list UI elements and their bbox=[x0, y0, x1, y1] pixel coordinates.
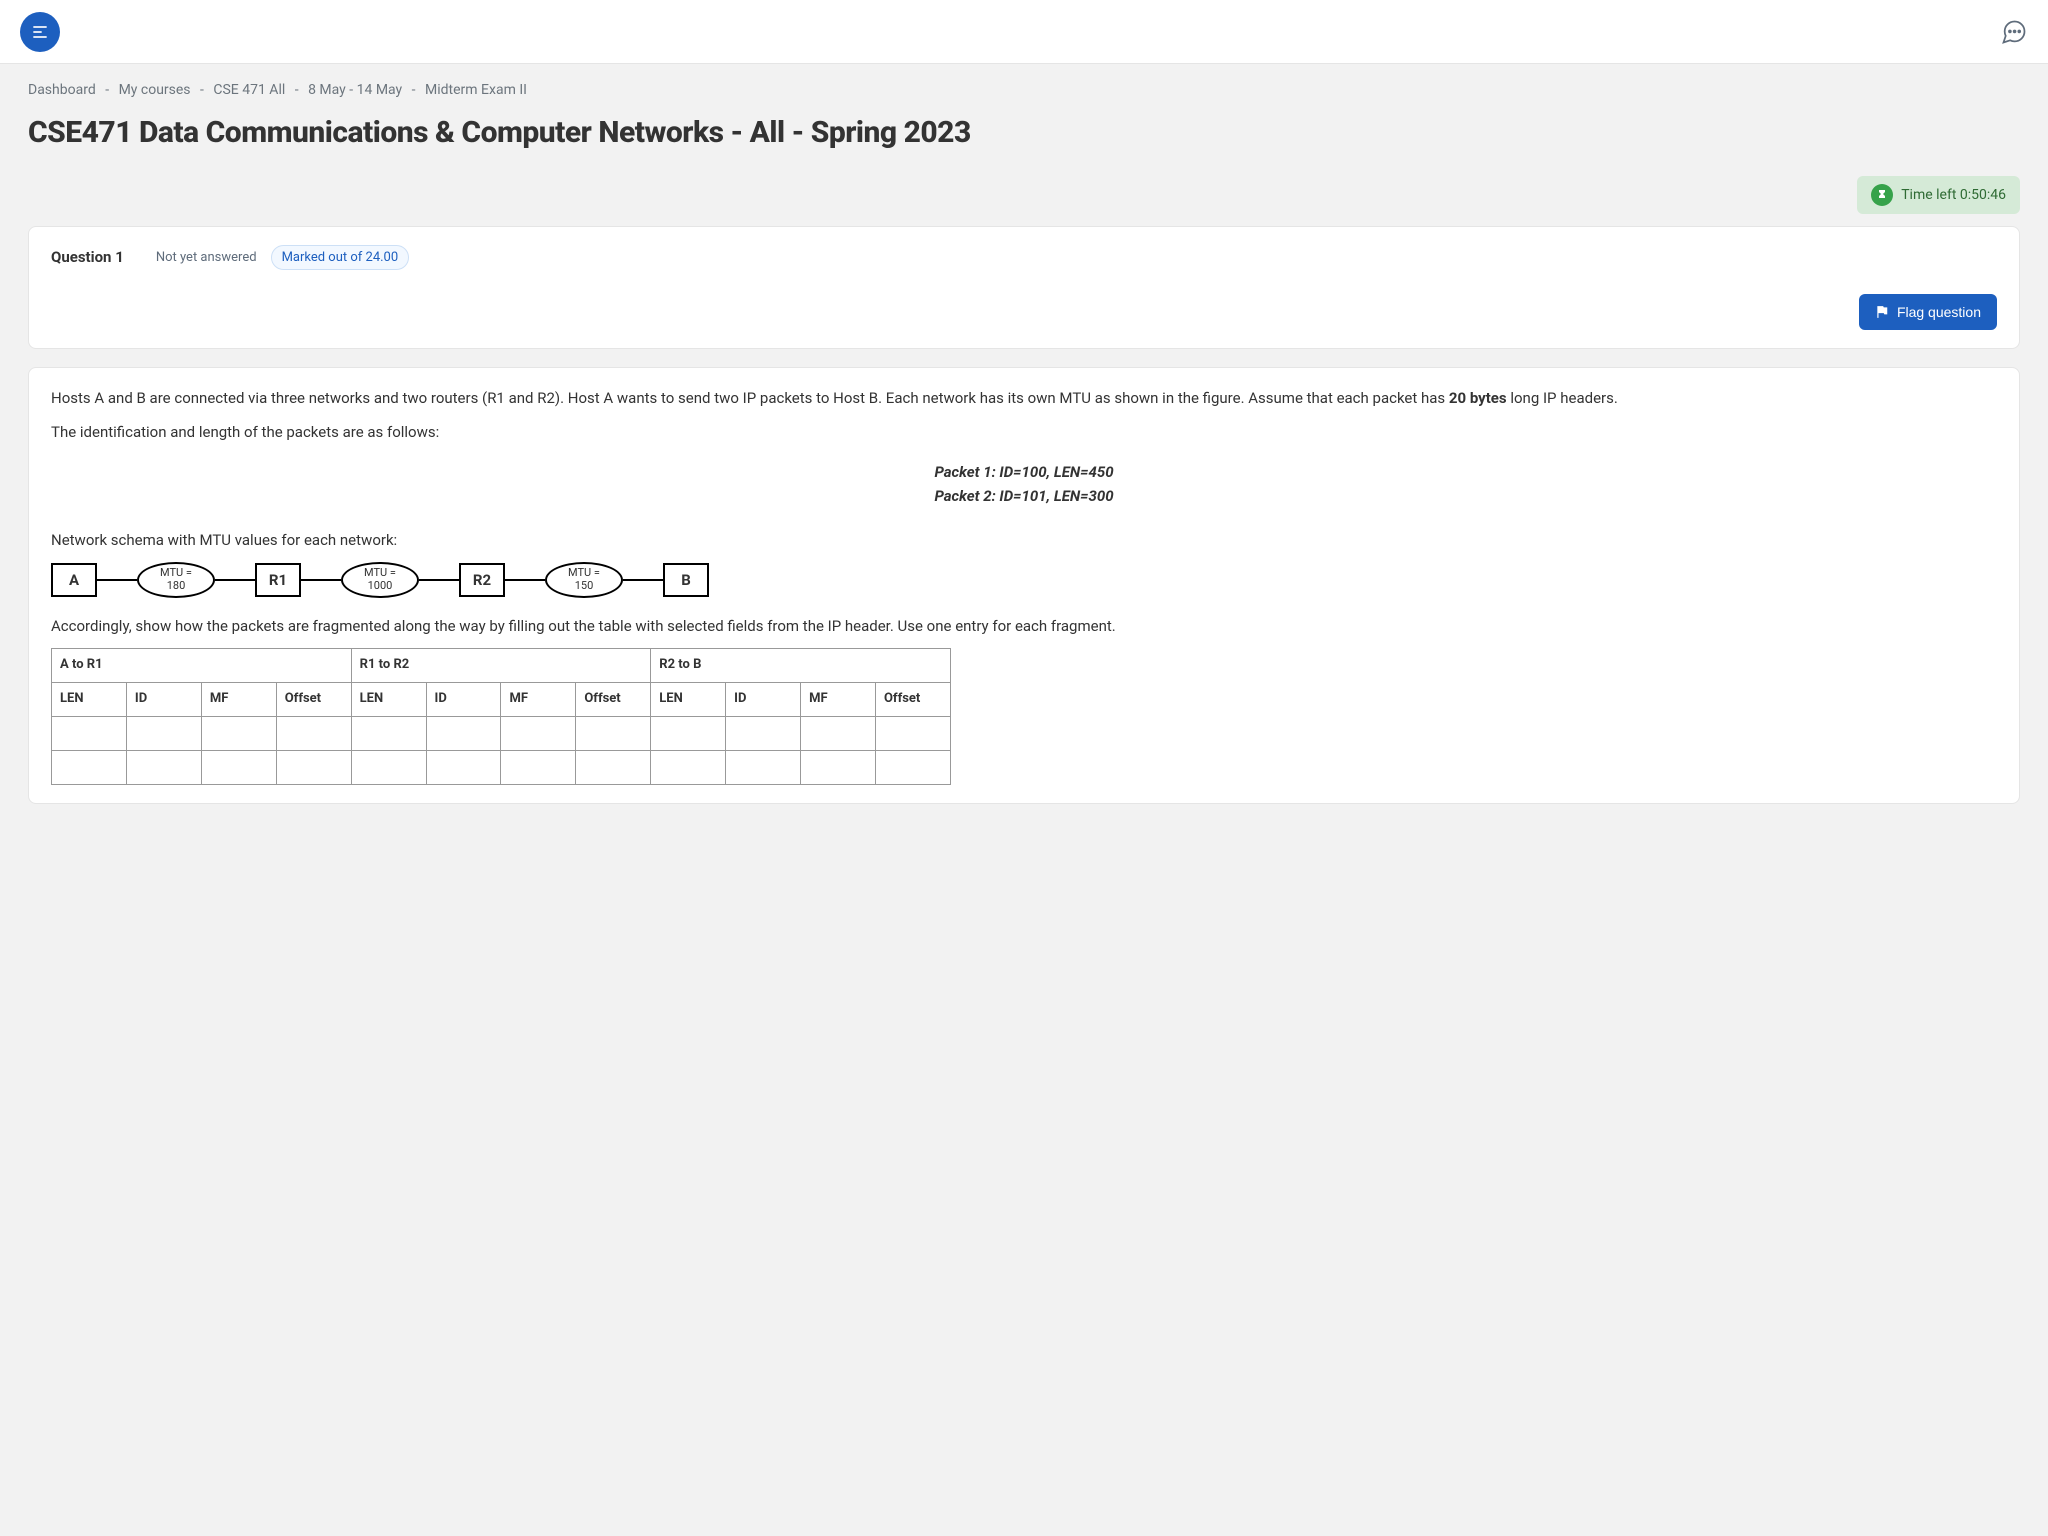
mtu-link-1: MTU = 180 bbox=[137, 562, 215, 598]
input-cell[interactable] bbox=[726, 716, 801, 750]
breadcrumb-week[interactable]: 8 May - 14 May bbox=[308, 82, 402, 98]
breadcrumb: Dashboard - My courses - CSE 471 All - 8… bbox=[0, 64, 2048, 106]
breadcrumb-mycourses[interactable]: My courses bbox=[119, 82, 191, 98]
question-status: Not yet answered bbox=[156, 250, 257, 265]
question-content: Hosts A and B are connected via three ne… bbox=[28, 367, 2020, 804]
node-b: B bbox=[663, 563, 709, 597]
top-bar bbox=[0, 0, 2048, 64]
mtu-link-2: MTU = 1000 bbox=[341, 562, 419, 598]
input-cell[interactable] bbox=[875, 716, 950, 750]
flag-label: Flag question bbox=[1897, 304, 1981, 320]
input-cell[interactable] bbox=[726, 750, 801, 784]
id-len-line: The identification and length of the pac… bbox=[51, 420, 1997, 444]
input-cell[interactable] bbox=[52, 750, 127, 784]
breadcrumb-exam[interactable]: Midterm Exam II bbox=[425, 82, 527, 98]
input-cell[interactable] bbox=[426, 716, 501, 750]
input-cell[interactable] bbox=[501, 750, 576, 784]
input-cell[interactable] bbox=[801, 750, 876, 784]
table-section-r1-r2: R1 to R2 bbox=[351, 648, 651, 682]
hourglass-icon bbox=[1871, 184, 1893, 206]
schema-label: Network schema with MTU values for each … bbox=[51, 528, 1997, 552]
table-column-headers: LEN ID MF Offset LEN ID MF Offset LEN ID… bbox=[52, 682, 951, 716]
input-cell[interactable] bbox=[651, 750, 726, 784]
intro-paragraph: Hosts A and B are connected via three ne… bbox=[51, 386, 1997, 410]
input-cell[interactable] bbox=[126, 716, 201, 750]
mtu-link-3: MTU = 150 bbox=[545, 562, 623, 598]
fragment-table: A to R1 R1 to R2 R2 to B LEN ID MF Offse… bbox=[51, 648, 951, 785]
node-r1: R1 bbox=[255, 563, 301, 597]
node-r2: R2 bbox=[459, 563, 505, 597]
input-cell[interactable] bbox=[201, 750, 276, 784]
input-cell[interactable] bbox=[576, 750, 651, 784]
timer-text: Time left 0:50:46 bbox=[1901, 187, 2006, 203]
question-number: Question 1 bbox=[51, 248, 124, 266]
table-section-r2-b: R2 to B bbox=[651, 648, 951, 682]
input-cell[interactable] bbox=[276, 750, 351, 784]
table-instruction: Accordingly, show how the packets are fr… bbox=[51, 614, 1997, 638]
timer-badge: Time left 0:50:46 bbox=[1857, 176, 2020, 214]
input-cell[interactable] bbox=[501, 716, 576, 750]
input-cell[interactable] bbox=[276, 716, 351, 750]
packet-definitions: Packet 1: ID=100, LEN=450 Packet 2: ID=1… bbox=[934, 460, 1113, 508]
table-row bbox=[52, 716, 951, 750]
input-cell[interactable] bbox=[875, 750, 950, 784]
timer-bar: Time left 0:50:46 bbox=[0, 176, 2048, 226]
input-cell[interactable] bbox=[576, 716, 651, 750]
logo[interactable] bbox=[20, 12, 60, 52]
question-marks: Marked out of 24.00 bbox=[271, 245, 410, 270]
flag-question-button[interactable]: Flag question bbox=[1859, 294, 1997, 330]
input-cell[interactable] bbox=[351, 716, 426, 750]
menu-drawer-icon bbox=[30, 22, 50, 42]
packet1-def: Packet 1: ID=100, LEN=450 bbox=[934, 460, 1113, 484]
table-section-a-r1: A to R1 bbox=[52, 648, 352, 682]
network-schema: A MTU = 180 R1 MTU = 1000 R2 MTU = 150 B bbox=[51, 562, 1997, 598]
question-header: Question 1 Not yet answered Marked out o… bbox=[28, 226, 2020, 349]
input-cell[interactable] bbox=[426, 750, 501, 784]
input-cell[interactable] bbox=[52, 716, 127, 750]
packet2-def: Packet 2: ID=101, LEN=300 bbox=[934, 484, 1113, 508]
table-row bbox=[52, 750, 951, 784]
input-cell[interactable] bbox=[651, 716, 726, 750]
flag-icon bbox=[1875, 305, 1889, 319]
input-cell[interactable] bbox=[801, 716, 876, 750]
page-title: CSE471 Data Communications & Computer Ne… bbox=[0, 106, 1050, 176]
input-cell[interactable] bbox=[351, 750, 426, 784]
input-cell[interactable] bbox=[201, 716, 276, 750]
node-a: A bbox=[51, 563, 97, 597]
breadcrumb-course[interactable]: CSE 471 All bbox=[213, 82, 285, 98]
breadcrumb-dashboard[interactable]: Dashboard bbox=[28, 82, 96, 98]
input-cell[interactable] bbox=[126, 750, 201, 784]
chat-icon[interactable] bbox=[2000, 18, 2028, 46]
